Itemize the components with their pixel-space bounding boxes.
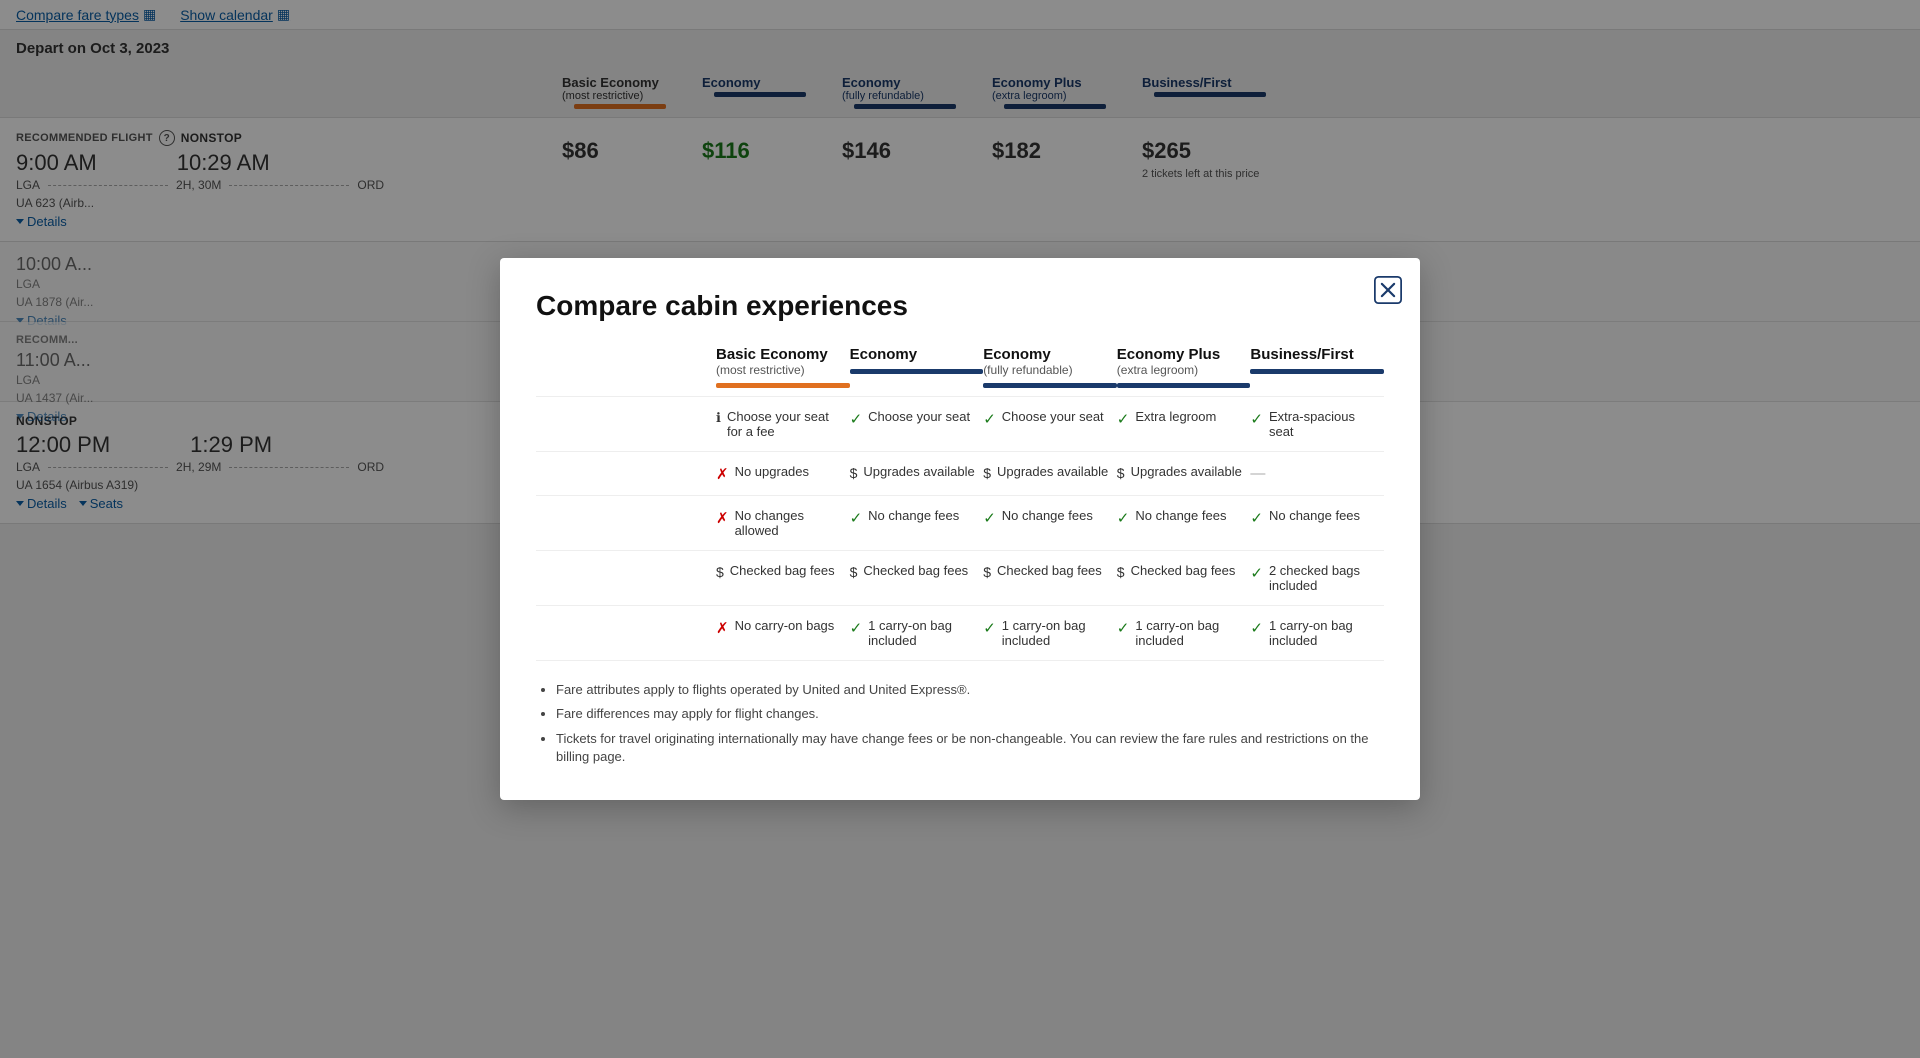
dollar-icon-ecofull-checked: $ bbox=[983, 564, 991, 580]
check-icon-ecofull-carryon: ✓ bbox=[983, 619, 996, 637]
dollar-icon-ecoplus-upgrades: $ bbox=[1117, 465, 1125, 481]
note-3: Tickets for travel originating internati… bbox=[556, 730, 1384, 766]
cell-basic-checked: $ Checked bag fees bbox=[716, 561, 850, 582]
compare-col-basic: Basic Economy (most restrictive) bbox=[716, 346, 850, 388]
notes-section: Fare attributes apply to flights operate… bbox=[536, 681, 1384, 766]
compare-row-changes: ✗ No changes allowed ✓ No change fees ✓ … bbox=[536, 495, 1384, 550]
compare-header-row: Basic Economy (most restrictive) Economy… bbox=[536, 346, 1384, 388]
check-icon-biz-checked: ✓ bbox=[1250, 564, 1263, 582]
cell-eco-checked: $ Checked bag fees bbox=[850, 561, 984, 582]
info-icon-seat: ℹ bbox=[716, 410, 721, 426]
compare-row-carryon: ✗ No carry-on bags ✓ 1 carry-on bag incl… bbox=[536, 605, 1384, 661]
cell-eco-changes: ✓ No change fees bbox=[850, 506, 984, 529]
compare-modal: Compare cabin experiences Basic Economy … bbox=[500, 258, 1420, 800]
compare-col-economy: Economy bbox=[850, 346, 984, 388]
dollar-icon-eco-upgrades: $ bbox=[850, 465, 858, 481]
cell-ecoplus-changes: ✓ No change fees bbox=[1117, 506, 1251, 529]
dollar-icon-basic-checked: $ bbox=[716, 564, 724, 580]
x-icon-basic-carryon: ✗ bbox=[716, 619, 729, 637]
compare-table: Basic Economy (most restrictive) Economy… bbox=[536, 346, 1384, 661]
modal-close-button[interactable] bbox=[1372, 274, 1404, 306]
dollar-icon-ecofull-upgrades: $ bbox=[983, 465, 991, 481]
dollar-icon-eco-checked: $ bbox=[850, 564, 858, 580]
check-icon-ecoplus-seat: ✓ bbox=[1117, 410, 1130, 428]
modal-title: Compare cabin experiences bbox=[536, 290, 1384, 322]
compare-row-upgrades: ✗ No upgrades $ Upgrades available $ Upg… bbox=[536, 451, 1384, 495]
dollar-icon-ecoplus-checked: $ bbox=[1117, 564, 1125, 580]
check-icon-eco-carryon: ✓ bbox=[850, 619, 863, 637]
compare-row-checked-bags: $ Checked bag fees $ Checked bag fees $ … bbox=[536, 550, 1384, 605]
cell-ecofull-checked: $ Checked bag fees bbox=[983, 561, 1117, 582]
cell-ecofull-seat: ✓ Choose your seat bbox=[983, 407, 1117, 430]
cell-biz-carryon: ✓ 1 carry-on bag included bbox=[1250, 616, 1384, 650]
compare-col-ecofull: Economy (fully refundable) bbox=[983, 346, 1117, 388]
cell-ecofull-changes: ✓ No change fees bbox=[983, 506, 1117, 529]
dash-icon-biz-upgrades: — bbox=[1250, 465, 1265, 482]
check-icon-eco-seat: ✓ bbox=[850, 410, 863, 428]
compare-row-seat: ℹ Choose your seat for a fee ✓ Choose yo… bbox=[536, 396, 1384, 451]
cell-eco-upgrades: $ Upgrades available bbox=[850, 462, 984, 483]
cell-eco-seat: ✓ Choose your seat bbox=[850, 407, 984, 430]
cell-basic-carryon: ✗ No carry-on bags bbox=[716, 616, 850, 639]
compare-col-ecoplus: Economy Plus (extra legroom) bbox=[1117, 346, 1251, 388]
cell-basic-seat: ℹ Choose your seat for a fee bbox=[716, 407, 850, 441]
note-2: Fare differences may apply for flight ch… bbox=[556, 705, 1384, 723]
cell-ecoplus-upgrades: $ Upgrades available bbox=[1117, 462, 1251, 483]
cell-biz-changes: ✓ No change fees bbox=[1250, 506, 1384, 529]
x-icon-basic-upgrades: ✗ bbox=[716, 465, 729, 483]
modal-overlay[interactable]: Compare cabin experiences Basic Economy … bbox=[0, 0, 1920, 1058]
check-icon-ecoplus-carryon: ✓ bbox=[1117, 619, 1130, 637]
cell-biz-checked: ✓ 2 checked bags included bbox=[1250, 561, 1384, 595]
check-icon-ecoplus-changes: ✓ bbox=[1117, 509, 1130, 527]
compare-col-bizfirst: Business/First bbox=[1250, 346, 1384, 388]
check-icon-ecofull-seat: ✓ bbox=[983, 410, 996, 428]
check-icon-biz-carryon: ✓ bbox=[1250, 619, 1263, 637]
check-icon-biz-changes: ✓ bbox=[1250, 509, 1263, 527]
cell-eco-carryon: ✓ 1 carry-on bag included bbox=[850, 616, 984, 650]
cell-basic-upgrades: ✗ No upgrades bbox=[716, 462, 850, 485]
check-icon-ecofull-changes: ✓ bbox=[983, 509, 996, 527]
cell-ecofull-carryon: ✓ 1 carry-on bag included bbox=[983, 616, 1117, 650]
note-1: Fare attributes apply to flights operate… bbox=[556, 681, 1384, 699]
check-icon-eco-changes: ✓ bbox=[850, 509, 863, 527]
check-icon-biz-seat: ✓ bbox=[1250, 410, 1263, 428]
x-icon-basic-changes: ✗ bbox=[716, 509, 729, 527]
cell-ecoplus-checked: $ Checked bag fees bbox=[1117, 561, 1251, 582]
cell-biz-seat: ✓ Extra-spacious seat bbox=[1250, 407, 1384, 441]
cell-biz-upgrades: — bbox=[1250, 462, 1384, 484]
cell-basic-changes: ✗ No changes allowed bbox=[716, 506, 850, 540]
cell-ecofull-upgrades: $ Upgrades available bbox=[983, 462, 1117, 483]
cell-ecoplus-carryon: ✓ 1 carry-on bag included bbox=[1117, 616, 1251, 650]
cell-ecoplus-seat: ✓ Extra legroom bbox=[1117, 407, 1251, 430]
